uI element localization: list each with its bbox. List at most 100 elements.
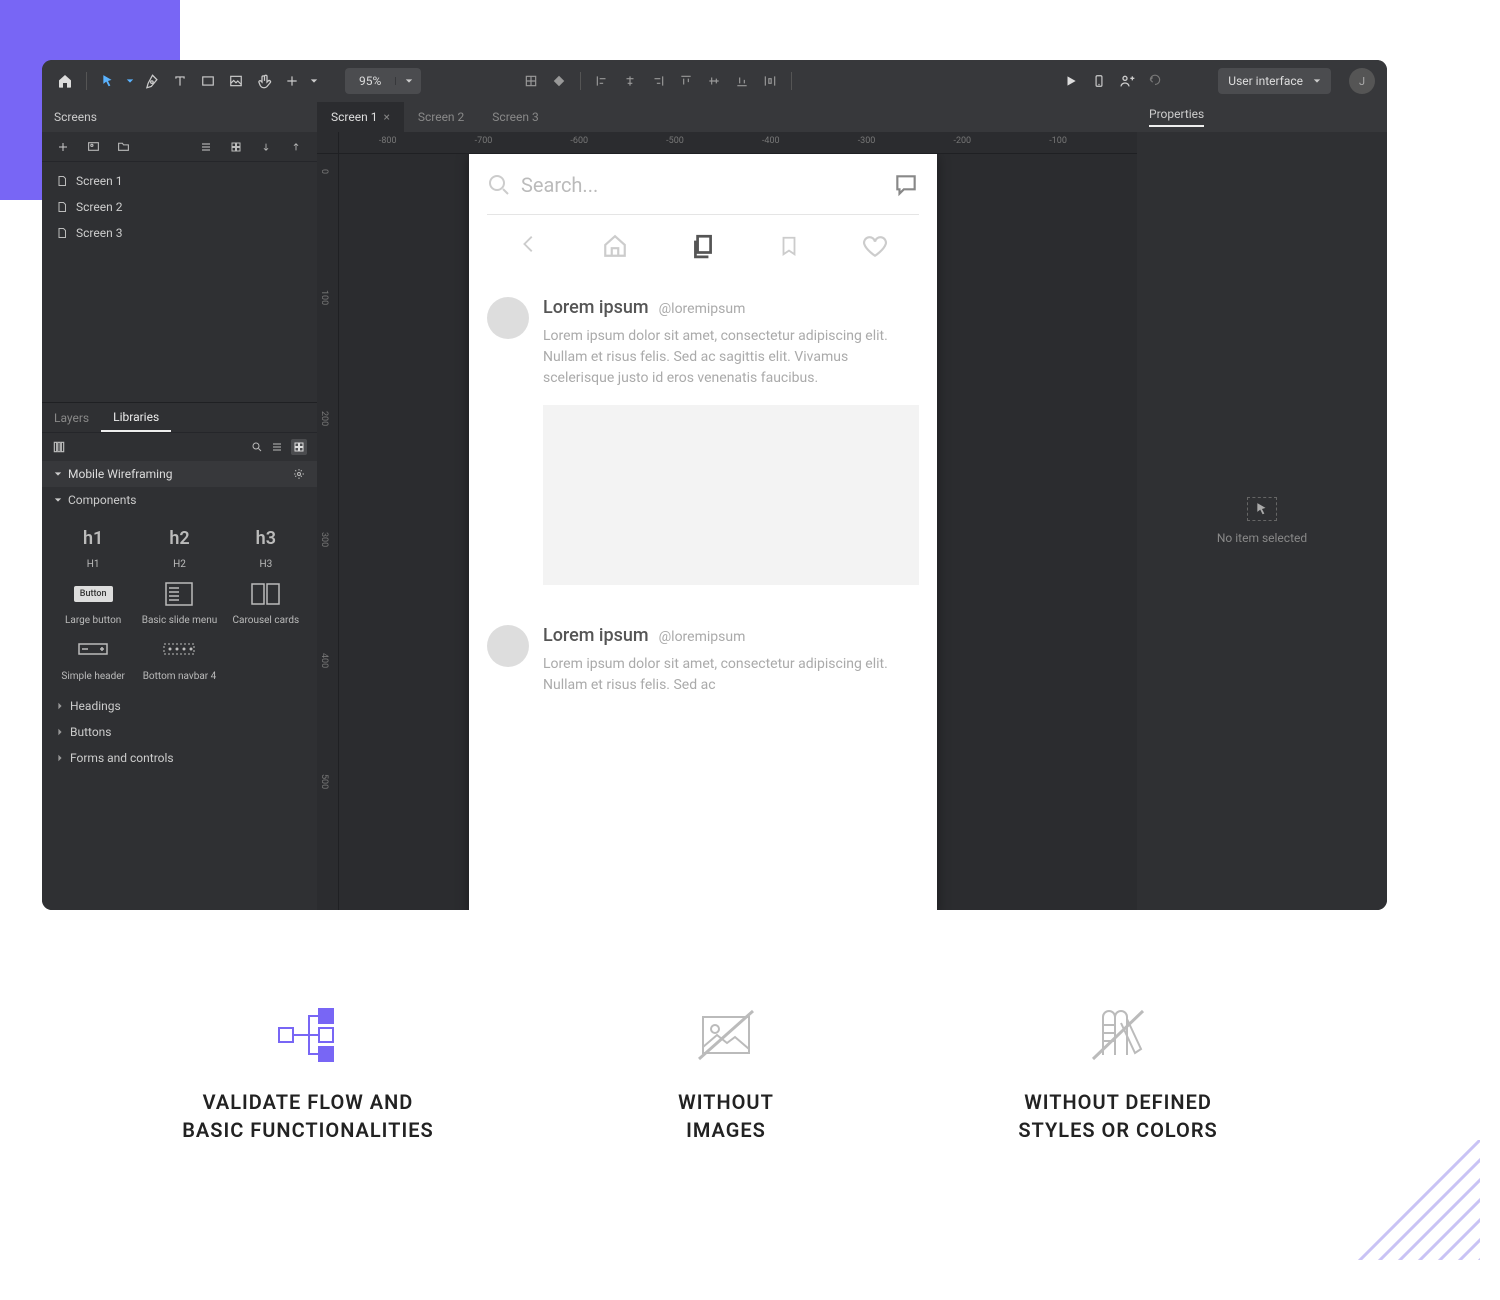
chevron-down-icon[interactable] xyxy=(125,70,135,92)
lib-item-h3[interactable]: h3H3 xyxy=(227,523,305,571)
align-center-v-icon[interactable] xyxy=(703,70,725,92)
hand-tool-icon[interactable] xyxy=(253,70,275,92)
chevron-right-icon xyxy=(56,754,64,762)
screens-panel-title: Screens xyxy=(42,102,317,132)
library-header[interactable]: Mobile Wireframing xyxy=(42,461,317,487)
user-avatar[interactable]: J xyxy=(1349,68,1375,94)
wireframe-nav xyxy=(487,215,919,277)
zoom-control[interactable]: 95% xyxy=(345,68,421,94)
gear-icon[interactable] xyxy=(293,468,305,480)
library-grid: h1H1 h2H2 h3H3 ButtonLarge button Basic … xyxy=(42,513,317,693)
arrow-down-icon[interactable] xyxy=(255,136,277,158)
list-view-icon[interactable] xyxy=(195,136,217,158)
lib-item-h2[interactable]: h2H2 xyxy=(140,523,218,571)
list-icon[interactable] xyxy=(271,441,283,453)
snap-icon[interactable] xyxy=(520,70,542,92)
screens-list: Screen 1 Screen 2 Screen 3 xyxy=(42,162,317,252)
main-area: Screens Screen 1 Screen 2 xyxy=(42,102,1387,910)
share-icon[interactable] xyxy=(1116,70,1138,92)
plus-icon[interactable] xyxy=(52,136,74,158)
wireframe-search-bar: Search... xyxy=(487,172,919,215)
grid-icon[interactable] xyxy=(291,439,307,455)
canvas-area: Screen 1 × Screen 2 Screen 3 -800 -700 -… xyxy=(317,102,1137,910)
image-placeholder xyxy=(543,405,919,585)
plus-tool-icon[interactable] xyxy=(281,70,303,92)
decorative-lines xyxy=(1320,1140,1480,1260)
sub-tabs: Layers Libraries xyxy=(42,403,317,433)
top-toolbar: 95% User interface J xyxy=(42,60,1387,102)
chevron-right-icon xyxy=(56,702,64,710)
arrow-up-icon[interactable] xyxy=(285,136,307,158)
image-icon[interactable] xyxy=(82,136,104,158)
canvas-viewport[interactable]: Search... xyxy=(339,154,1137,910)
left-panel: Screens Screen 1 Screen 2 xyxy=(42,102,317,910)
separator xyxy=(791,72,792,90)
canvas-tabs: Screen 1 × Screen 2 Screen 3 xyxy=(317,102,1137,132)
lib-item-large-button[interactable]: ButtonLarge button xyxy=(54,579,132,627)
canvas-tab[interactable]: Screen 2 xyxy=(404,102,478,132)
home-icon xyxy=(602,233,628,259)
text-tool-icon[interactable] xyxy=(169,70,191,92)
libraries-tab[interactable]: Libraries xyxy=(101,403,171,432)
screen-item[interactable]: Screen 1 xyxy=(42,168,317,194)
chevron-down-icon xyxy=(54,470,62,478)
close-icon[interactable]: × xyxy=(383,110,389,124)
properties-tab[interactable]: Properties xyxy=(1137,102,1387,132)
search-icon[interactable] xyxy=(251,441,263,453)
layers-tab[interactable]: Layers xyxy=(42,403,101,432)
grid-view-icon[interactable] xyxy=(225,136,247,158)
libraries-toolbar xyxy=(42,433,317,461)
copy-icon xyxy=(690,233,716,259)
selection-icon xyxy=(1247,497,1277,521)
separator xyxy=(580,72,581,90)
app-window: 95% User interface J xyxy=(42,60,1387,910)
undo-icon[interactable] xyxy=(1144,70,1166,92)
canvas-body: 0 100 200 300 400 500 Search... xyxy=(317,154,1137,910)
rectangle-tool-icon[interactable] xyxy=(197,70,219,92)
canvas-tab[interactable]: Screen 3 xyxy=(478,102,552,132)
lib-collapsed-row[interactable]: Forms and controls xyxy=(42,745,317,771)
mode-label: User interface xyxy=(1228,74,1303,88)
lib-item-h1[interactable]: h1H1 xyxy=(54,523,132,571)
feature-without-styles: Without defined styles or colors xyxy=(1018,1000,1217,1144)
search-placeholder: Search... xyxy=(521,173,883,197)
play-icon[interactable] xyxy=(1060,70,1082,92)
align-right-icon[interactable] xyxy=(647,70,669,92)
left-bottom-panel: Layers Libraries Mobile Wireframing xyxy=(42,402,317,771)
wireframe-post: Lorem ipsum @loremipsum Lorem ipsum dolo… xyxy=(487,277,919,605)
canvas-tab[interactable]: Screen 1 × xyxy=(317,102,404,132)
distribute-h-icon[interactable] xyxy=(759,70,781,92)
lib-item-bottom-navbar[interactable]: Bottom navbar 4 xyxy=(140,635,218,683)
wireframe-screen[interactable]: Search... xyxy=(469,154,937,910)
screen-item[interactable]: Screen 2 xyxy=(42,194,317,220)
align-top-icon[interactable] xyxy=(675,70,697,92)
pen-tool-icon[interactable] xyxy=(141,70,163,92)
right-panel: Properties No item selected xyxy=(1137,102,1387,910)
feature-validate-flow: Validate flow and basic functionalities xyxy=(182,1000,433,1144)
lib-collapsed-row[interactable]: Buttons xyxy=(42,719,317,745)
diamond-icon[interactable] xyxy=(548,70,570,92)
chevron-down-icon[interactable] xyxy=(395,77,421,85)
screen-item[interactable]: Screen 3 xyxy=(42,220,317,246)
chat-icon xyxy=(893,172,919,198)
image-tool-icon[interactable] xyxy=(225,70,247,92)
library-icon[interactable] xyxy=(52,440,66,454)
lib-item-carousel[interactable]: Carousel cards xyxy=(227,579,305,627)
bookmark-icon xyxy=(778,233,800,259)
chevron-down-icon[interactable] xyxy=(309,70,319,92)
mode-dropdown[interactable]: User interface xyxy=(1218,68,1331,94)
zoom-value: 95% xyxy=(345,74,395,88)
align-left-icon[interactable] xyxy=(591,70,613,92)
align-bottom-icon[interactable] xyxy=(731,70,753,92)
flow-icon xyxy=(273,1000,343,1070)
vertical-ruler: 0 100 200 300 400 500 xyxy=(317,154,339,910)
home-icon[interactable] xyxy=(54,70,76,92)
device-icon[interactable] xyxy=(1088,70,1110,92)
lib-item-slide-menu[interactable]: Basic slide menu xyxy=(140,579,218,627)
folder-icon[interactable] xyxy=(112,136,134,158)
lib-item-simple-header[interactable]: Simple header xyxy=(54,635,132,683)
lib-collapsed-row[interactable]: Headings xyxy=(42,693,317,719)
align-center-h-icon[interactable] xyxy=(619,70,641,92)
library-group[interactable]: Components xyxy=(42,487,317,513)
pointer-tool-icon[interactable] xyxy=(97,70,119,92)
